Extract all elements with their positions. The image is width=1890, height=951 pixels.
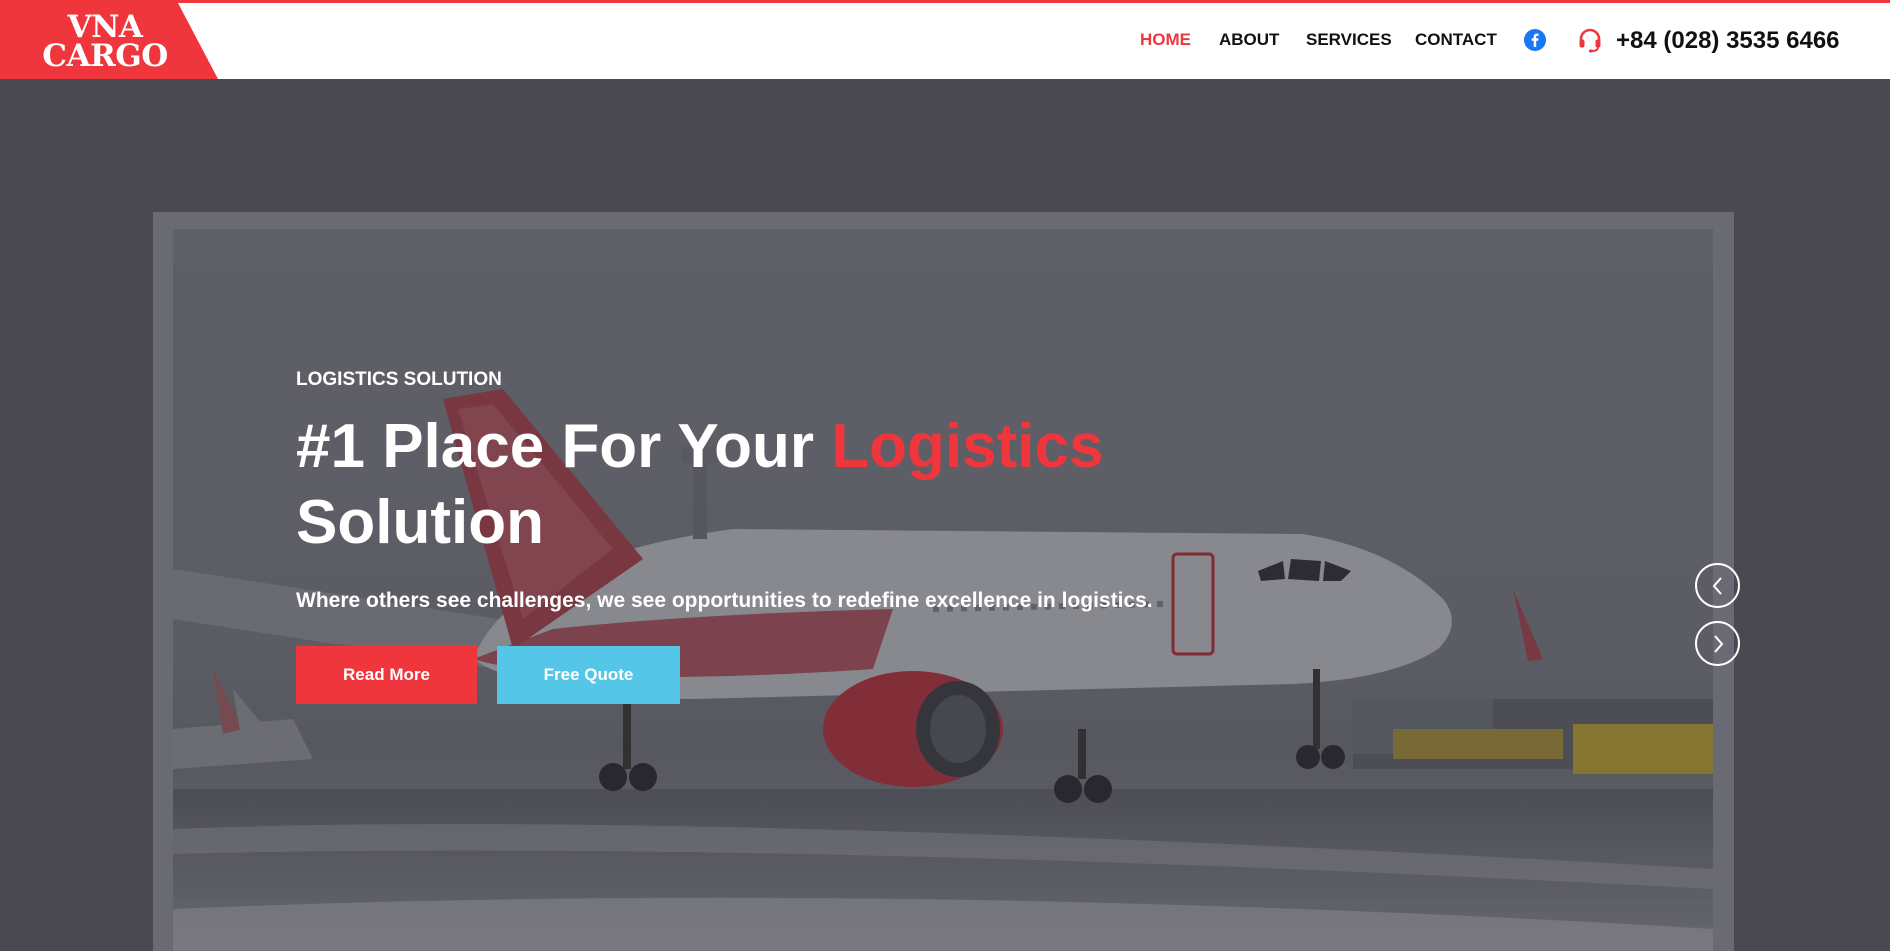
logo-line-2: CARGO: [42, 38, 168, 74]
read-more-button[interactable]: Read More: [296, 646, 477, 704]
carousel-next-button[interactable]: [1695, 621, 1740, 666]
carousel-prev-button[interactable]: [1695, 563, 1740, 608]
top-accent-line: [0, 0, 1890, 3]
nav-contact[interactable]: CONTACT: [1415, 30, 1497, 50]
logo-text: VNA CARGO: [30, 12, 180, 74]
hero-subline: Where others see challenges, we see oppo…: [296, 589, 1153, 612]
hero-section: LOGISTICS SOLUTION #1 Place For Your Log…: [0, 79, 1890, 951]
facebook-icon[interactable]: [1524, 29, 1546, 51]
headline-part-1: #1 Place For Your: [296, 412, 815, 481]
navbar: VNA CARGO HOME ABOUT SERVICES CONTACT +8…: [0, 0, 1890, 79]
chevron-right-icon: [1713, 634, 1723, 653]
hero-headline: #1 Place For Your Logistics Solution: [296, 409, 1196, 561]
nav-about[interactable]: ABOUT: [1219, 30, 1279, 50]
logo[interactable]: VNA CARGO: [0, 3, 218, 79]
phone-number[interactable]: +84 (028) 3535 6466: [1616, 27, 1840, 55]
headline-accent: Logistics: [831, 412, 1104, 481]
headline-part-2: Solution: [296, 488, 544, 557]
nav-home[interactable]: HOME: [1140, 30, 1191, 50]
headset-icon: [1577, 27, 1603, 53]
nav-services[interactable]: SERVICES: [1306, 30, 1392, 50]
chevron-left-icon: [1712, 576, 1722, 595]
hero-eyebrow: LOGISTICS SOLUTION: [296, 369, 502, 390]
free-quote-button[interactable]: Free Quote: [497, 646, 680, 704]
